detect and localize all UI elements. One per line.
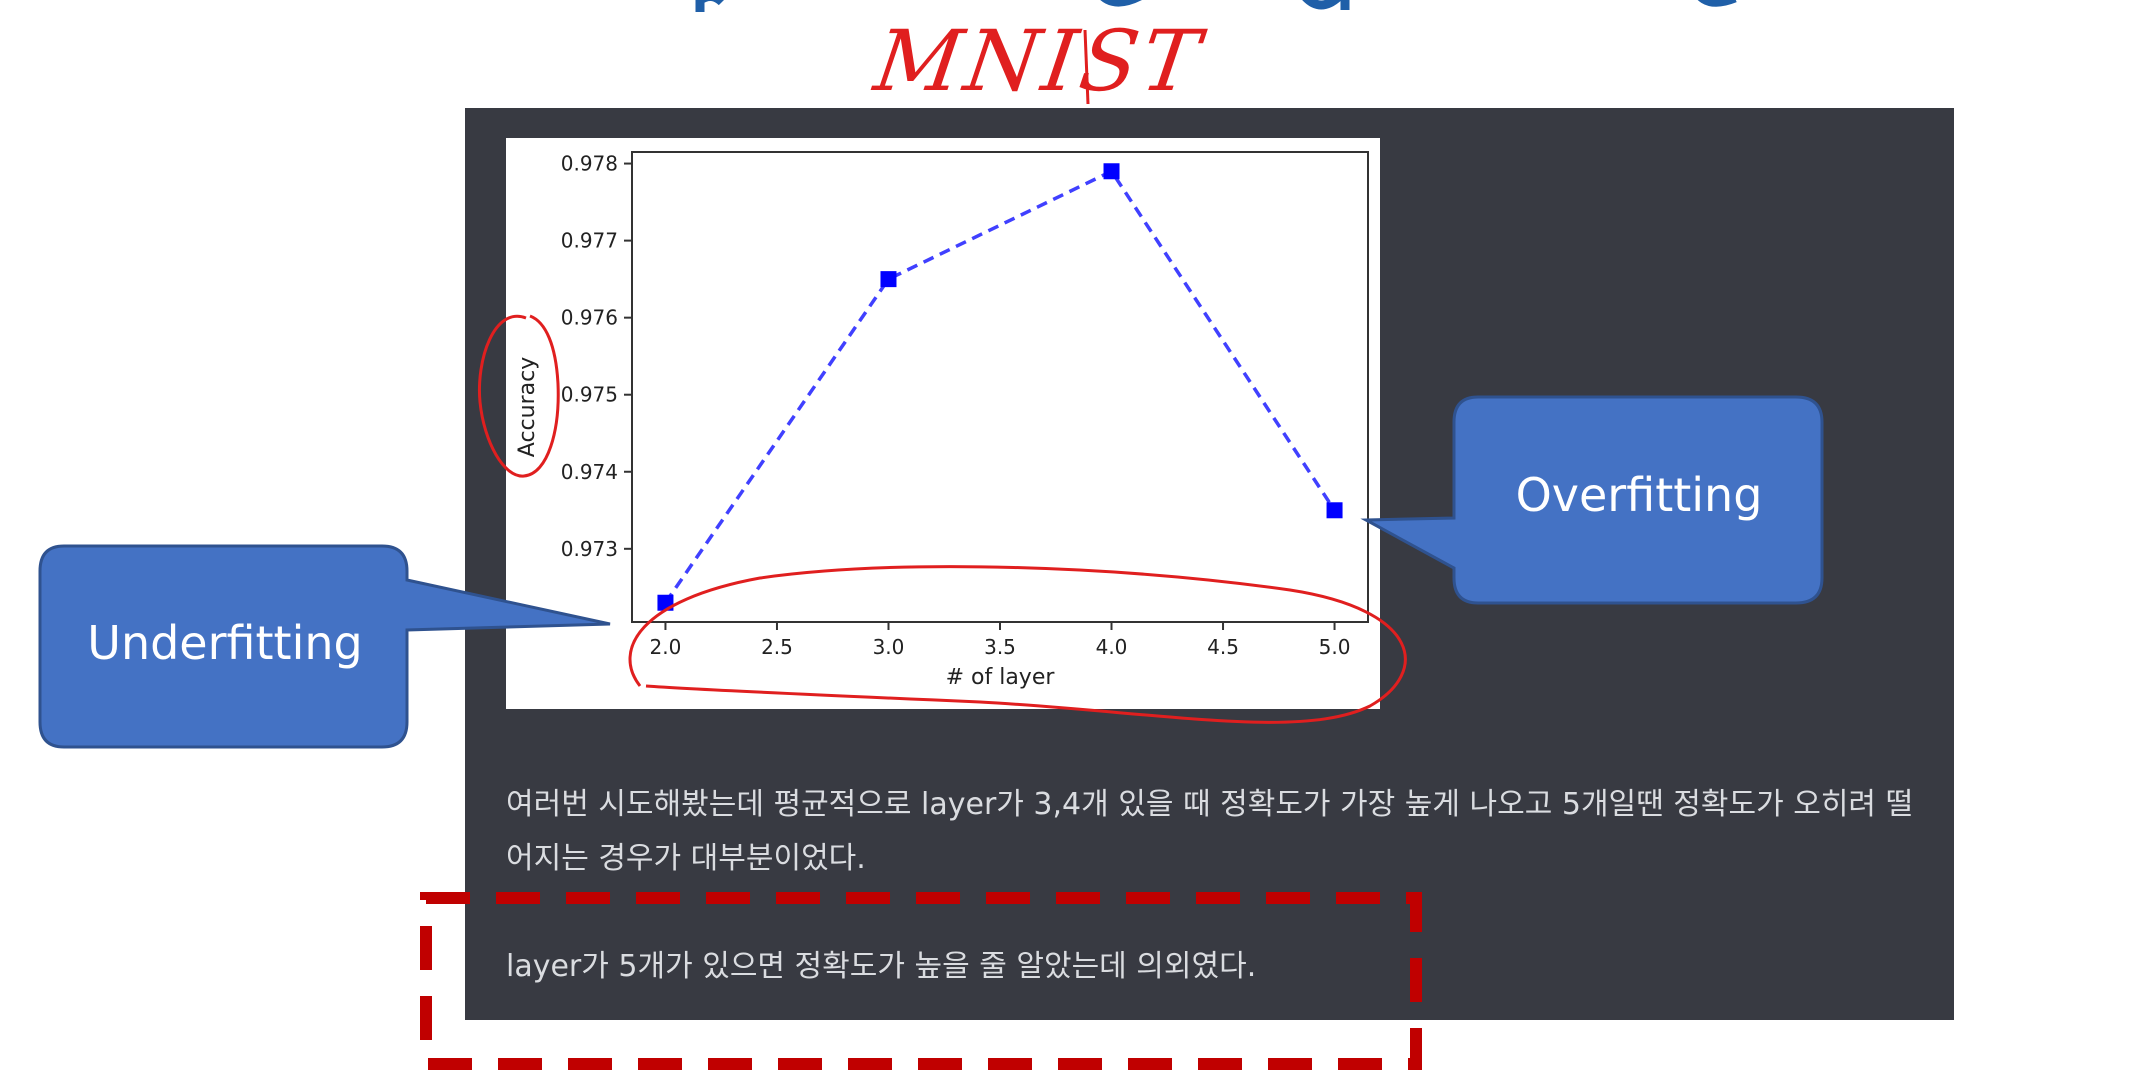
x-axis-label: # of layer — [946, 665, 1056, 690]
x-tick-label: 5.0 — [1319, 635, 1351, 659]
x-tick-label: 2.0 — [650, 635, 682, 659]
accuracy-chart-card: 0.973 0.974 0.975 0.976 0.977 0.978 2.0 2.5 3.0 3… — [506, 138, 1380, 709]
y-tick-label: 0.974 — [561, 460, 618, 484]
square-marker-icon — [880, 271, 897, 288]
y-tick-label: 0.977 — [561, 229, 618, 253]
x-tick-label: 2.5 — [761, 635, 793, 659]
square-marker-icon — [1103, 163, 1120, 180]
result-paragraph: 여러번 시도해봤는데 평균적으로 layer가 3,4개 있을 때 정확도가 가… — [506, 787, 1914, 876]
y-axis-label: Accuracy — [515, 357, 540, 457]
handwritten-note: MNIST — [869, 12, 1210, 110]
y-tick-label: 0.973 — [561, 537, 618, 561]
y-tick-label: 0.976 — [561, 306, 618, 330]
y-tick-label: 0.978 — [561, 152, 618, 176]
plot-frame — [631, 151, 1369, 623]
x-tick-label: 3.5 — [984, 635, 1016, 659]
x-tick-label: 4.0 — [1096, 635, 1128, 659]
square-marker-icon — [657, 594, 674, 611]
y-tick-label: 0.975 — [561, 383, 618, 407]
square-marker-icon — [1326, 502, 1343, 519]
conclusion-paragraph: layer가 5개가 있으면 정확도가 높을 줄 알았는데 의외였다. — [506, 949, 1257, 984]
x-tick-label: 3.0 — [873, 635, 905, 659]
accuracy-line-chart: 0.973 0.974 0.975 0.976 0.977 0.978 2.0 2.5 3.0 3… — [515, 151, 1369, 690]
overfitting-label: Overfitting — [1515, 468, 1763, 522]
underfitting-label: Underfitting — [87, 616, 363, 670]
x-tick-label: 4.5 — [1207, 635, 1239, 659]
